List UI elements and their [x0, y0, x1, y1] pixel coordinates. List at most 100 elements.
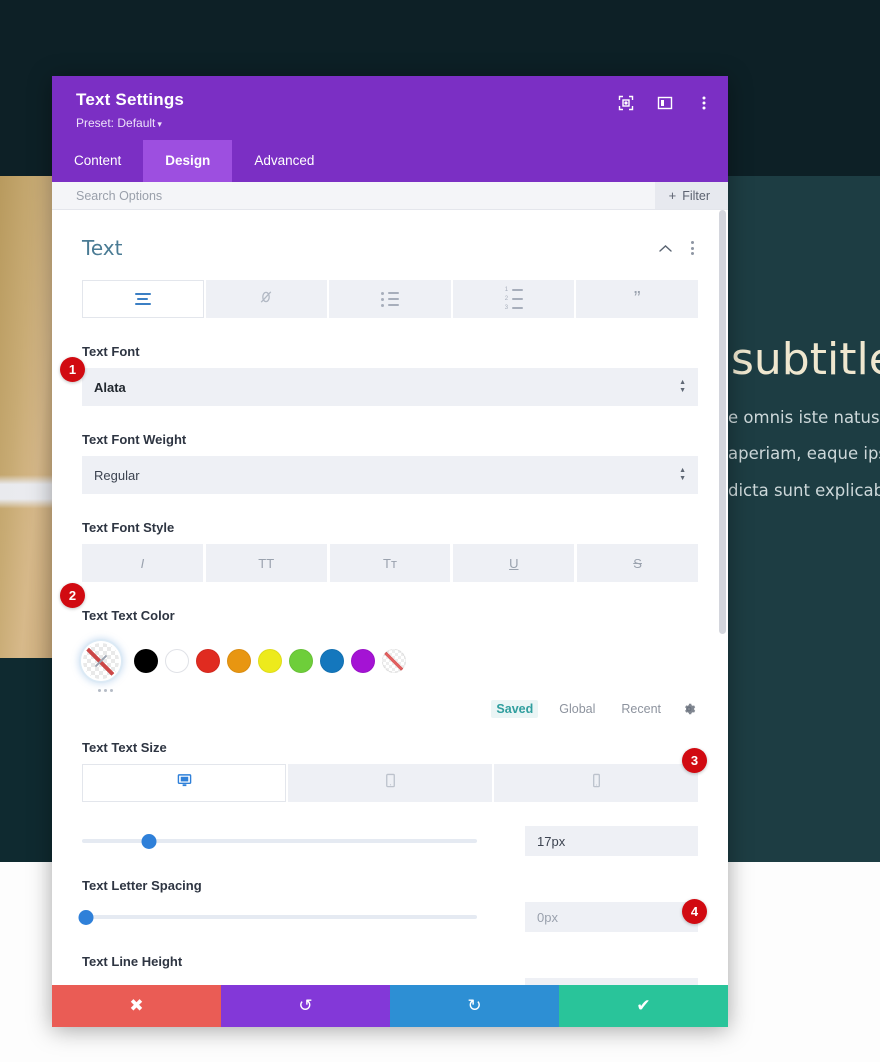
tablet-icon	[383, 773, 398, 793]
letter-spacing-slider[interactable]	[78, 908, 477, 926]
uppercase-button[interactable]: TT	[205, 544, 327, 582]
more-options-icon[interactable]	[695, 94, 712, 111]
gear-icon[interactable]	[682, 702, 696, 716]
plus-icon: +	[668, 188, 677, 203]
background-paragraph-line: aperiam, eaque ipsa	[728, 444, 880, 464]
modal-header: Text Settings Preset: Default ▾	[52, 76, 728, 140]
text-settings-modal: Text Settings Preset: Default ▾ Content D…	[52, 76, 728, 1027]
section-more-options-icon[interactable]	[689, 239, 696, 257]
text-font-style-label: Text Font Style	[82, 520, 175, 535]
settings-scroll-area: Text 1 2 3 ” Text Font Alata ▲ ▼ Text Fo…	[52, 210, 728, 985]
bullet-list-icon	[380, 291, 399, 307]
palette-tab-recent[interactable]: Recent	[616, 700, 666, 718]
phone-icon	[589, 773, 604, 793]
tab-design[interactable]: Design	[143, 140, 233, 182]
swatch-yellow[interactable]	[258, 649, 282, 673]
underline-button[interactable]: U	[453, 544, 575, 582]
eyedropper-swatch[interactable]	[81, 641, 121, 681]
swatch-none[interactable]	[382, 649, 406, 673]
focus-target-icon[interactable]	[617, 94, 634, 111]
text-font-value: Alata	[94, 379, 126, 395]
numbered-list-button[interactable]: 1 2 3	[452, 280, 575, 318]
background-paragraph: e omnis iste natus erro aperiam, eaque i…	[728, 400, 880, 509]
letter-spacing-value-field[interactable]: 0px	[525, 902, 698, 932]
text-size-value-field[interactable]: 17px	[525, 826, 698, 856]
line-height-slider[interactable]	[82, 984, 477, 985]
text-font-weight-value: Regular	[94, 467, 140, 483]
no-format-icon	[258, 289, 274, 310]
text-font-weight-label: Text Font Weight	[82, 432, 187, 447]
eyedropper-icon	[94, 654, 108, 668]
text-section-header: Text	[82, 232, 698, 280]
palette-tab-global[interactable]: Global	[554, 700, 600, 718]
italic-icon: I	[140, 555, 145, 571]
preset-label: Preset: Default	[76, 116, 156, 130]
letter-spacing-slider-row: 0px	[78, 902, 698, 932]
swatch-green[interactable]	[289, 649, 313, 673]
text-font-select[interactable]: Alata ▲ ▼	[82, 368, 698, 406]
phone-tab[interactable]	[494, 764, 698, 802]
more-colors-icon[interactable]	[82, 684, 698, 692]
undo-button[interactable]: ↺	[221, 985, 390, 1027]
swatch-white[interactable]	[165, 649, 189, 673]
bullet-list-button[interactable]	[329, 280, 451, 318]
background-subtitle: subtitle	[731, 334, 880, 385]
chevron-updown-icon: ▲ ▼	[679, 379, 686, 394]
tablet-tab[interactable]	[288, 764, 492, 802]
background-top-right-strip	[728, 0, 880, 176]
align-button[interactable]	[82, 280, 204, 318]
swatch-black[interactable]	[134, 649, 158, 673]
tab-content[interactable]: Content	[52, 140, 143, 182]
search-bar: + Filter	[52, 182, 728, 210]
desktop-icon	[177, 773, 192, 793]
annotation-badge-4: 4	[682, 899, 707, 924]
filter-button[interactable]: + Filter	[654, 182, 728, 209]
scrollbar-thumb[interactable]	[719, 210, 726, 634]
tab-advanced[interactable]: Advanced	[232, 140, 336, 182]
chevron-down-icon: ▾	[157, 119, 162, 129]
filter-label: Filter	[682, 188, 710, 203]
annotation-badge-1: 1	[60, 357, 85, 382]
uppercase-icon: TT	[258, 555, 275, 571]
strikethrough-button[interactable]: S	[577, 544, 698, 582]
blockquote-button[interactable]: ”	[576, 280, 698, 318]
text-font-weight-select[interactable]: Regular ▲ ▼	[82, 456, 698, 494]
swatch-red[interactable]	[196, 649, 220, 673]
line-height-slider-row: 2.2em	[82, 978, 698, 985]
swatch-purple[interactable]	[351, 649, 375, 673]
strikethrough-icon: S	[633, 555, 642, 571]
scrollbar-track[interactable]	[719, 210, 727, 985]
color-swatch-row	[81, 632, 698, 684]
color-palette-tabs: Saved Global Recent	[82, 700, 698, 718]
search-input[interactable]	[52, 182, 655, 209]
save-button[interactable]: ✔	[559, 985, 728, 1027]
redo-button[interactable]: ↻	[390, 985, 559, 1027]
slider-track	[82, 915, 477, 919]
italic-button[interactable]: I	[82, 544, 203, 582]
line-height-value-field[interactable]: 2.2em	[525, 978, 698, 985]
preset-selector[interactable]: Preset: Default ▾	[76, 116, 708, 130]
align-icon	[134, 293, 151, 305]
numbered-list-icon: 1 2 3	[504, 287, 524, 311]
line-height-label: Text Line Height	[82, 954, 183, 969]
device-breakpoint-tabs	[82, 764, 698, 802]
layout-panel-icon[interactable]	[656, 94, 673, 111]
palette-tab-saved[interactable]: Saved	[491, 700, 539, 718]
text-size-slider-row: 17px	[82, 826, 698, 856]
text-color-label: Text Text Color	[82, 608, 175, 623]
text-size-label: Text Text Size	[82, 740, 167, 755]
cancel-button[interactable]: ✖	[52, 985, 221, 1027]
slider-knob[interactable]	[78, 909, 94, 925]
text-size-slider[interactable]	[82, 832, 477, 850]
capitalize-button[interactable]: Tᴛ	[329, 544, 451, 582]
text-color-block: Text Text Color	[81, 608, 698, 692]
swatch-blue[interactable]	[320, 649, 344, 673]
desktop-tab[interactable]	[82, 764, 286, 802]
blockquote-icon: ”	[633, 288, 641, 310]
swatch-orange[interactable]	[227, 649, 251, 673]
text-font-label: Text Font	[82, 344, 140, 359]
chevron-up-icon[interactable]	[659, 242, 672, 255]
no-format-button[interactable]	[205, 280, 328, 318]
eyedropper-swatch-wrap	[78, 638, 124, 684]
slider-knob[interactable]	[141, 833, 157, 849]
